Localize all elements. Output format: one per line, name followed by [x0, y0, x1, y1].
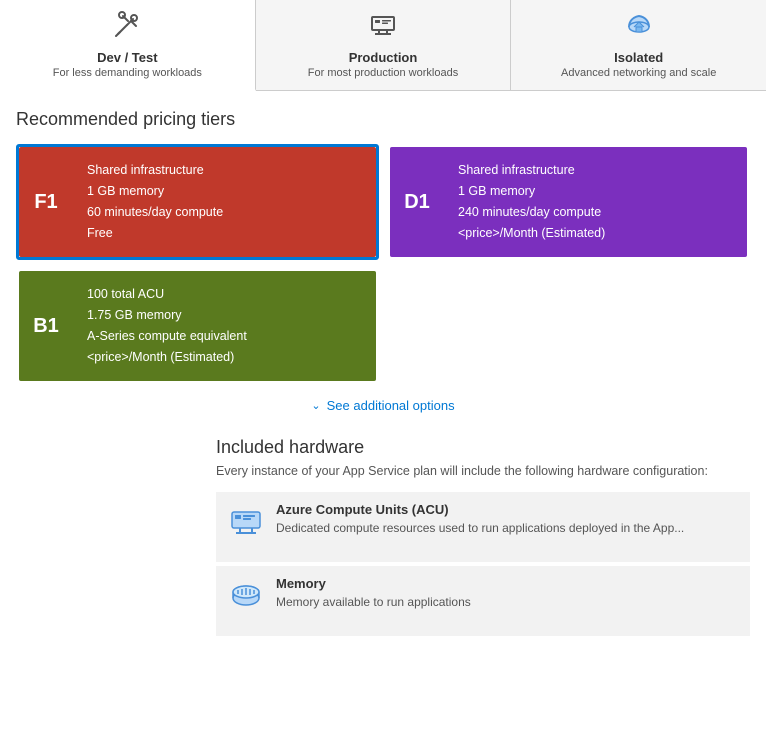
d1-detail-2: 1 GB memory — [458, 181, 733, 202]
tab-isolated[interactable]: Isolated Advanced networking and scale — [511, 0, 766, 90]
chevron-down-icon: ⌄ — [311, 399, 320, 412]
acu-icon — [228, 504, 264, 540]
hardware-subtitle: Every instance of your App Service plan … — [216, 464, 750, 478]
dev-test-subtitle: For less demanding workloads — [53, 67, 202, 79]
b1-details: 100 total ACU 1.75 GB memory A-Series co… — [73, 271, 376, 381]
hardware-section: Included hardware Every instance of your… — [16, 437, 750, 636]
pricing-grid-bottom: B1 100 total ACU 1.75 GB memory A-Series… — [16, 268, 750, 384]
b1-detail-3: A-Series compute equivalent — [87, 326, 362, 347]
pricing-empty-cell — [387, 268, 750, 384]
memory-desc: Memory available to run applications — [276, 594, 471, 611]
memory-title: Memory — [276, 576, 471, 591]
acu-desc: Dedicated compute resources used to run … — [276, 520, 684, 537]
isolated-subtitle: Advanced networking and scale — [561, 67, 716, 79]
tab-bar: Dev / Test For less demanding workloads … — [0, 0, 766, 91]
tab-dev-test[interactable]: Dev / Test For less demanding workloads — [0, 0, 256, 91]
production-subtitle: For most production workloads — [308, 67, 458, 79]
see-additional-options[interactable]: ⌄ See additional options — [16, 398, 750, 413]
f1-detail-1: Shared infrastructure — [87, 160, 362, 181]
d1-detail-3: 240 minutes/day compute — [458, 202, 733, 223]
production-icon — [369, 11, 397, 46]
f1-detail-3: 60 minutes/day compute — [87, 202, 362, 223]
b1-detail-1: 100 total ACU — [87, 284, 362, 305]
acu-title: Azure Compute Units (ACU) — [276, 502, 684, 517]
d1-detail-4: <price>/Month (Estimated) — [458, 223, 733, 244]
b1-detail-2: 1.75 GB memory — [87, 305, 362, 326]
memory-icon — [228, 578, 264, 614]
pricing-card-d1[interactable]: D1 Shared infrastructure 1 GB memory 240… — [390, 147, 747, 257]
d1-detail-1: Shared infrastructure — [458, 160, 733, 181]
f1-detail-2: 1 GB memory — [87, 181, 362, 202]
pricing-card-b1[interactable]: B1 100 total ACU 1.75 GB memory A-Series… — [19, 271, 376, 381]
pricing-card-d1-wrapper: D1 Shared infrastructure 1 GB memory 240… — [387, 144, 750, 260]
dev-test-icon — [113, 11, 141, 46]
main-content: Recommended pricing tiers F1 Shared infr… — [0, 91, 766, 656]
b1-detail-4: <price>/Month (Estimated) — [87, 347, 362, 368]
memory-text: Memory Memory available to run applicati… — [276, 576, 471, 611]
dev-test-title: Dev / Test — [97, 50, 157, 65]
b1-label: B1 — [19, 271, 73, 381]
pricing-grid-top: F1 Shared infrastructure 1 GB memory 60 … — [16, 144, 750, 260]
tab-production[interactable]: Production For most production workloads — [256, 0, 512, 90]
production-title: Production — [349, 50, 418, 65]
hardware-item-acu: Azure Compute Units (ACU) Dedicated comp… — [216, 492, 750, 562]
isolated-icon — [625, 11, 653, 46]
isolated-title: Isolated — [614, 50, 663, 65]
d1-label: D1 — [390, 147, 444, 257]
hardware-item-memory: Memory Memory available to run applicati… — [216, 566, 750, 636]
hardware-title: Included hardware — [216, 437, 750, 458]
see-more-label: See additional options — [327, 398, 455, 413]
f1-label: F1 — [19, 147, 73, 257]
pricing-card-f1-wrapper: F1 Shared infrastructure 1 GB memory 60 … — [16, 144, 379, 260]
section-title: Recommended pricing tiers — [16, 109, 750, 130]
f1-detail-4: Free — [87, 223, 362, 244]
acu-text: Azure Compute Units (ACU) Dedicated comp… — [276, 502, 684, 537]
f1-details: Shared infrastructure 1 GB memory 60 min… — [73, 147, 376, 257]
pricing-card-f1[interactable]: F1 Shared infrastructure 1 GB memory 60 … — [19, 147, 376, 257]
d1-details: Shared infrastructure 1 GB memory 240 mi… — [444, 147, 747, 257]
pricing-card-b1-wrapper: B1 100 total ACU 1.75 GB memory A-Series… — [16, 268, 379, 384]
